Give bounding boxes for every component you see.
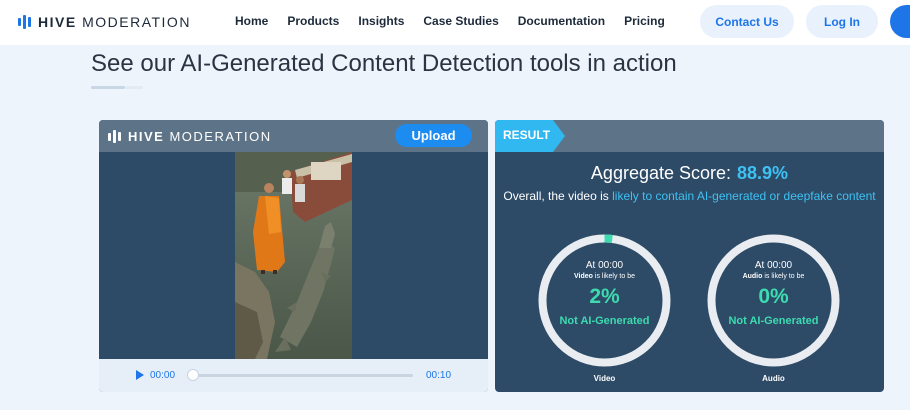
nav-link-home[interactable]: Home [235, 14, 268, 28]
seek-bar[interactable] [193, 374, 413, 377]
panel-header: HIVE MODERATION Upload [99, 120, 488, 152]
signup-button-partial[interactable] [890, 5, 910, 38]
top-nav: HIVE MODERATION Home Products Insights C… [0, 0, 910, 45]
video-player-controls: 00:00 00:10 [99, 359, 488, 392]
page-title: See our AI-Generated Content Detection t… [91, 50, 677, 77]
overall-summary: Overall, the video is likely to contain … [503, 189, 876, 203]
audio-percent: 0% [758, 285, 789, 308]
title-underline [91, 86, 143, 89]
video-thumbnail-image [235, 152, 352, 359]
result-tag: RESULT [495, 120, 565, 152]
nav-link-pricing[interactable]: Pricing [624, 14, 665, 28]
logo-text: HIVE MODERATION [38, 14, 191, 30]
current-time: 00:00 [150, 370, 176, 381]
audio-caption: Audio [762, 374, 785, 383]
seek-handle[interactable] [187, 369, 199, 381]
aggregate-score-value: 88.9% [737, 163, 789, 183]
demo-upload-panel: HIVE MODERATION Upload 00:00 00:10 [99, 120, 488, 392]
nav-link-products[interactable]: Products [287, 14, 339, 28]
nav-link-insights[interactable]: Insights [358, 14, 404, 28]
hive-bars-icon [108, 130, 121, 143]
hive-logo[interactable]: HIVE MODERATION [18, 14, 191, 30]
nav-link-documentation[interactable]: Documentation [518, 14, 605, 28]
video-caption: Video [593, 374, 616, 383]
duration: 00:10 [426, 370, 452, 381]
hive-bars-icon [18, 15, 31, 29]
play-icon[interactable] [136, 370, 144, 380]
upload-button[interactable]: Upload [395, 124, 472, 147]
audio-verdict: Not AI-Generated [728, 315, 819, 327]
result-panel: RESULT Aggregate Score: 88.9% Overall, th… [495, 120, 884, 392]
result-header: RESULT [495, 120, 884, 152]
contact-us-button[interactable]: Contact Us [700, 5, 794, 38]
video-preview[interactable] [235, 152, 352, 359]
nav-links: Home Products Insights Case Studies Docu… [235, 14, 684, 28]
video-gauge: At 00:00 Video is likely to be 2% Not AI… [537, 233, 672, 368]
panel-logo: HIVE MODERATION [108, 129, 272, 144]
audio-gauge: At 00:00 Audio is likely to be 0% Not AI… [706, 233, 841, 368]
nav-link-case-studies[interactable]: Case Studies [423, 14, 498, 28]
aggregate-score: Aggregate Score: 88.9% [590, 163, 789, 183]
video-percent: 2% [589, 285, 620, 308]
video-verdict: Not AI-Generated [559, 315, 650, 327]
log-in-button[interactable]: Log In [806, 5, 878, 38]
